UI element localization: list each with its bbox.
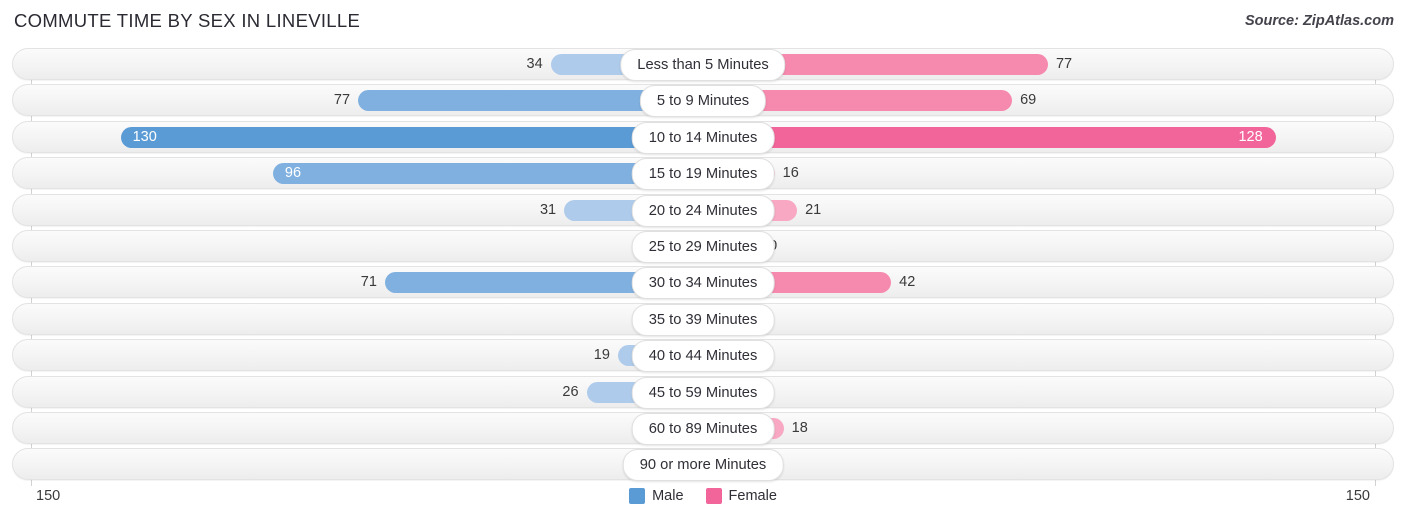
category-label: 25 to 29 Minutes (631, 231, 775, 263)
category-label: 5 to 9 Minutes (639, 85, 767, 118)
bar-value-male: 31 (539, 201, 557, 218)
bar-row: 5790 or more Minutes (12, 448, 1394, 482)
chart-legend: Male Female (0, 488, 1406, 504)
bar-value-male: 130 (132, 128, 157, 145)
bar-row: 71 42 30 to 34 Minutes (12, 266, 1394, 300)
legend-item[interactable]: Female (705, 488, 777, 504)
bar-row: 26745 to 59 Minutes (12, 375, 1394, 409)
bar-row: 01860 to 89 Minutes (12, 412, 1394, 445)
bar-row: 31 21 20 to 24 Minutes (12, 193, 1394, 227)
chart-header: COMMUTE TIME BY SEX IN LINEVILLE Source:… (0, 0, 1406, 44)
bar-value-male: 34 (526, 56, 543, 72)
bar-row: 7035 to 39 Minutes (12, 302, 1394, 336)
bar-value-male: 71 (360, 274, 377, 291)
bar-row: 34 77 Less than 5 Minutes (12, 48, 1394, 81)
bar-value-female: 69 (1020, 92, 1037, 109)
category-label: 45 to 59 Minutes (631, 376, 775, 409)
bar-row: 19040 to 44 Minutes (12, 339, 1394, 373)
source-attribution: Source: ZipAtlas.com (1244, 13, 1394, 29)
bar-value-female: 18 (791, 420, 808, 436)
bar-row: 96 16 15 to 19 Minutes (12, 157, 1394, 191)
category-label: 10 to 14 Minutes (631, 121, 775, 154)
bar-value-female: 21 (805, 201, 822, 218)
bar-value-male: 77 (333, 92, 351, 109)
legend-item[interactable]: Male (629, 488, 684, 504)
legend-swatch-icon (705, 488, 722, 504)
bar-value-female: 77 (1055, 56, 1073, 72)
bar-value-female: 16 (782, 165, 799, 182)
category-label: 40 to 44 Minutes (631, 340, 775, 373)
legend-label: Female (728, 488, 777, 504)
category-label: 20 to 24 Minutes (631, 194, 775, 227)
bar-male[interactable] (120, 126, 703, 148)
bar-value-male: 19 (593, 347, 610, 364)
category-label: 60 to 89 Minutes (631, 413, 775, 445)
bar-value-male: 26 (562, 383, 579, 400)
page-title: COMMUTE TIME BY SEX IN LINEVILLE (14, 10, 361, 31)
category-label: 90 or more Minutes (622, 449, 784, 482)
chart-footer: 150 150 Male Female (0, 484, 1406, 522)
category-label: 15 to 19 Minutes (631, 158, 775, 191)
bar-value-female: 42 (899, 274, 916, 291)
bar-row: 01025 to 29 Minutes (12, 230, 1394, 263)
category-label: 35 to 39 Minutes (631, 303, 775, 336)
bar-female[interactable] (703, 126, 1277, 148)
diverging-bar-plot: 34 77 Less than 5 Minutes 77 69 5 to 9 Minute… (0, 44, 1406, 486)
bar-value-female: 128 (1238, 128, 1263, 145)
bar-value-male: 96 (284, 165, 302, 182)
category-label: Less than 5 Minutes (620, 49, 786, 81)
legend-swatch-icon (629, 488, 646, 504)
bar-row: 130 128 10 to 14 Minutes (12, 120, 1394, 154)
legend-label: Male (652, 488, 684, 504)
category-label: 30 to 34 Minutes (631, 267, 775, 300)
bar-row: 77 69 5 to 9 Minutes (12, 84, 1394, 118)
